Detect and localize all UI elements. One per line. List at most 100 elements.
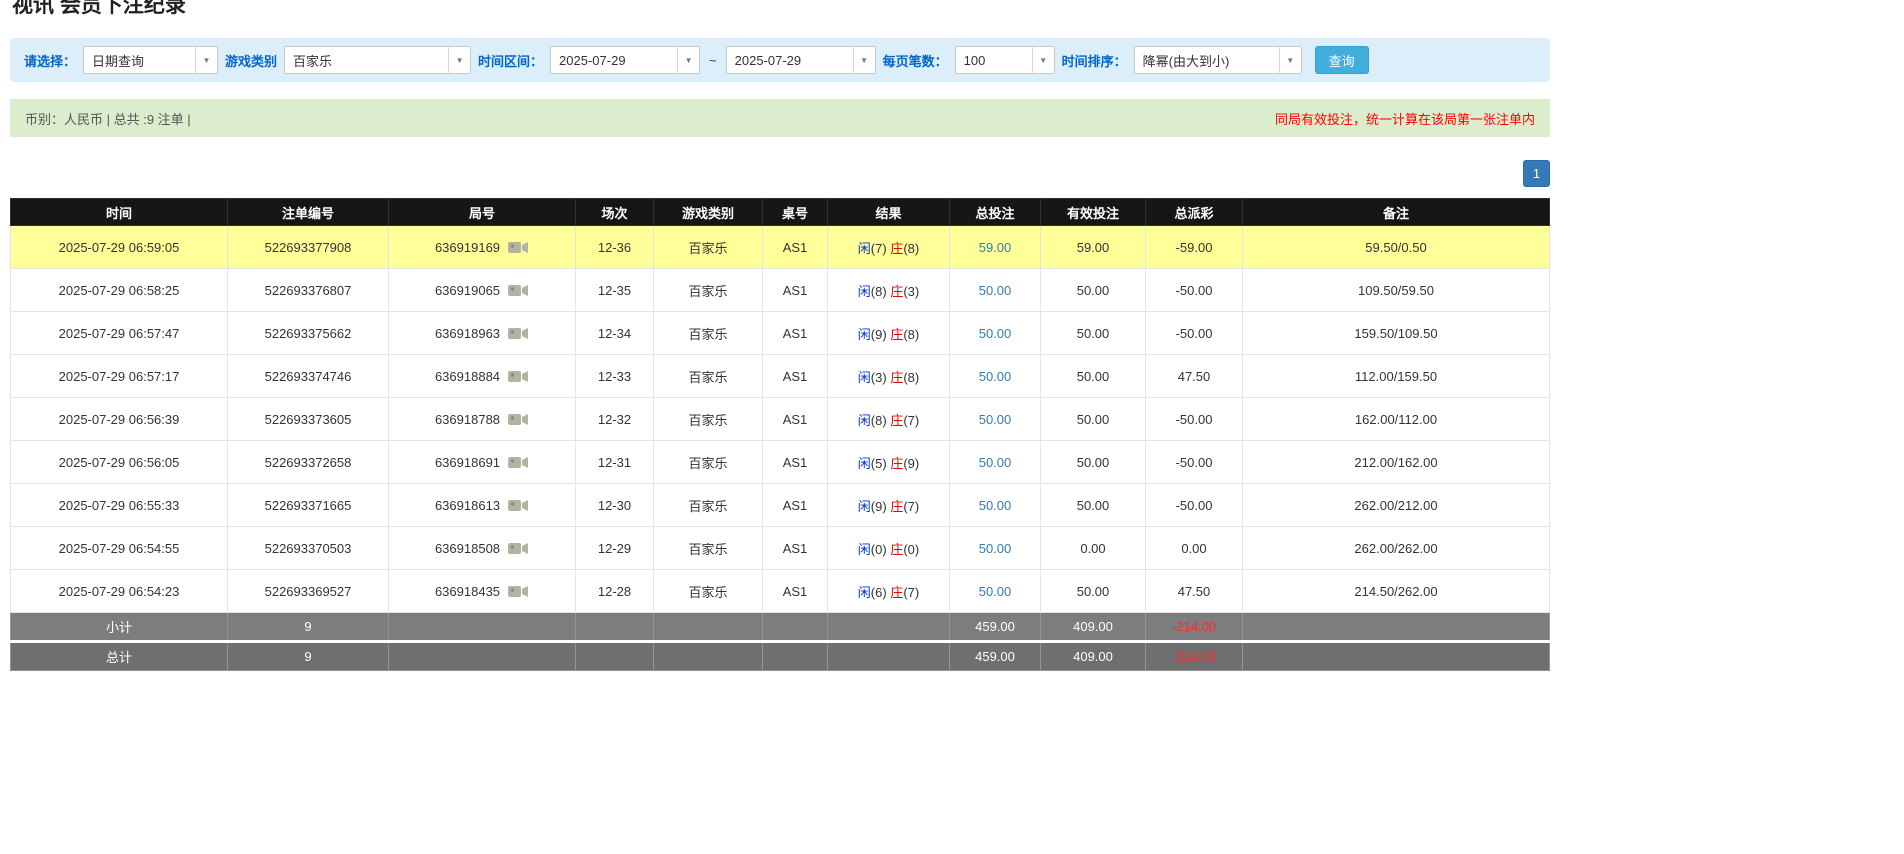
result-cell: 闲(0) 庄(0) [827, 526, 950, 570]
banker-result: 庄 [890, 369, 904, 385]
session-cell: 12-30 [575, 483, 654, 527]
valid-bet-cell: 50.00 [1040, 354, 1146, 398]
round-id: 636918613 [434, 498, 501, 514]
result-cell: 闲(7) 庄(8) [827, 225, 950, 269]
game-type-dropdown[interactable]: 百家乐 ▼ [284, 46, 472, 74]
total-bet-link[interactable]: 50.00 [979, 326, 1012, 341]
player-score: (6) [870, 584, 887, 600]
summary-empty-cell [762, 612, 828, 642]
table-row: 2025-07-29 06:56:05 522693372658 636918691… [10, 440, 1550, 484]
bet-id-cell: 522693371665 [227, 483, 389, 527]
filter-bar: 请选择： 日期查询 ▼ 游戏类别 百家乐 ▼ 时间区间： 2025-07-29 … [10, 38, 1550, 82]
payout-cell: -50.00 [1145, 268, 1243, 312]
banker-result: 庄 [890, 240, 904, 256]
session-cell: 12-31 [575, 440, 654, 484]
bet-id-cell: 522693374746 [227, 354, 389, 398]
game-type-cell: 百家乐 [653, 483, 763, 527]
total-bet-cell: 50.00 [949, 483, 1041, 527]
bet-id-cell: 522693369527 [227, 569, 389, 613]
note-cell: 159.50/109.50 [1242, 311, 1550, 355]
banker-score: (7) [903, 584, 920, 600]
round-id-cell: 636918788 [388, 397, 576, 441]
chevron-down-icon: ▼ [448, 47, 470, 73]
valid-bet-cell: 50.00 [1040, 268, 1146, 312]
replay-video-icon[interactable] [507, 455, 529, 470]
total-bet-link[interactable]: 50.00 [979, 541, 1012, 556]
total-bet-link[interactable]: 50.00 [979, 498, 1012, 513]
table-row: 2025-07-29 06:54:23 522693369527 636918435… [10, 569, 1550, 613]
replay-video-icon[interactable] [507, 240, 529, 255]
chevron-down-icon: ▼ [195, 47, 217, 73]
date-start-dropdown[interactable]: 2025-07-29 ▼ [550, 46, 701, 74]
column-header-game-type: 游戏类别 [653, 198, 763, 226]
game-type-cell: 百家乐 [653, 397, 763, 441]
total-bet-link[interactable]: 50.00 [979, 412, 1012, 427]
date-end-dropdown[interactable]: 2025-07-29 ▼ [725, 46, 876, 74]
time-cell: 2025-07-29 06:54:55 [10, 526, 228, 570]
bet-id-cell: 522693376807 [227, 268, 389, 312]
time-cell: 2025-07-29 06:56:39 [10, 397, 228, 441]
total-bet-link[interactable]: 50.00 [979, 369, 1012, 384]
banker-result: 庄 [890, 412, 904, 428]
player-result: 闲 [857, 498, 871, 514]
column-header-valid-bet: 有效投注 [1040, 198, 1146, 226]
summary-total-bet: 459.00 [949, 612, 1041, 642]
column-header-table-no: 桌号 [762, 198, 828, 226]
select-type-dropdown[interactable]: 日期查询 ▼ [83, 46, 219, 74]
total-bet-link[interactable]: 50.00 [979, 283, 1012, 298]
round-id: 636918691 [434, 455, 501, 471]
info-bar: 币别：人民币 | 总共 :9 注单 | 同局有效投注，统一计算在该局第一张注单内 [10, 99, 1550, 137]
time-sort-dropdown[interactable]: 降幂(由大到小) ▼ [1133, 46, 1302, 74]
replay-video-icon[interactable] [507, 584, 529, 599]
payout-cell: 47.50 [1145, 354, 1243, 398]
table-no-cell: AS1 [762, 483, 828, 527]
note-cell: 262.00/262.00 [1242, 526, 1550, 570]
session-cell: 12-36 [575, 225, 654, 269]
chevron-down-icon: ▼ [1031, 47, 1054, 73]
time-cell: 2025-07-29 06:56:05 [10, 440, 228, 484]
page-size-value: 100 [963, 52, 986, 68]
pagination-page-1[interactable]: 1 [1523, 160, 1550, 187]
replay-video-icon[interactable] [507, 283, 529, 298]
total-bet-link[interactable]: 59.00 [979, 240, 1012, 255]
total-bet-cell: 50.00 [949, 311, 1041, 355]
time-cell: 2025-07-29 06:57:47 [10, 311, 228, 355]
total-bet-link[interactable]: 50.00 [979, 584, 1012, 599]
grand-total-row: 总计 9 459.00 409.00 -214.00 [10, 640, 1550, 671]
round-id-cell: 636919065 [388, 268, 576, 312]
round-id: 636918788 [434, 412, 501, 428]
note-cell: 109.50/59.50 [1242, 268, 1550, 312]
banker-result: 庄 [890, 498, 904, 514]
game-type-cell: 百家乐 [653, 354, 763, 398]
payout-cell: 0.00 [1145, 526, 1243, 570]
summary-total-bet: 459.00 [949, 640, 1041, 671]
player-score: (9) [870, 326, 887, 342]
note-cell: 59.50/0.50 [1242, 225, 1550, 269]
player-result: 闲 [857, 240, 871, 256]
replay-video-icon[interactable] [507, 498, 529, 513]
replay-video-icon[interactable] [507, 541, 529, 556]
round-id-cell: 636918613 [388, 483, 576, 527]
replay-video-icon[interactable] [507, 369, 529, 384]
column-header-session: 场次 [575, 198, 654, 226]
summary-label: 总计 [10, 640, 228, 671]
valid-bet-cell: 50.00 [1040, 483, 1146, 527]
total-bet-link[interactable]: 50.00 [979, 455, 1012, 470]
summary-empty-cell [1242, 640, 1550, 671]
payout-cell: -50.00 [1145, 483, 1243, 527]
game-type-value: 百家乐 [293, 53, 333, 69]
search-button[interactable]: 查询 [1314, 46, 1369, 74]
replay-video-icon[interactable] [507, 326, 529, 341]
game-type-cell: 百家乐 [653, 225, 763, 269]
replay-video-icon[interactable] [507, 412, 529, 427]
table-no-cell: AS1 [762, 440, 828, 484]
summary-label: 小计 [10, 612, 228, 642]
page-size-dropdown[interactable]: 100 ▼ [954, 46, 1055, 74]
session-cell: 12-29 [575, 526, 654, 570]
summary-count: 9 [227, 612, 389, 642]
time-sort-label: 时间排序： [1061, 53, 1127, 69]
round-id-cell: 636918963 [388, 311, 576, 355]
game-type-cell: 百家乐 [653, 311, 763, 355]
round-id: 636918963 [434, 326, 501, 342]
summary-empty-cell [575, 612, 654, 642]
